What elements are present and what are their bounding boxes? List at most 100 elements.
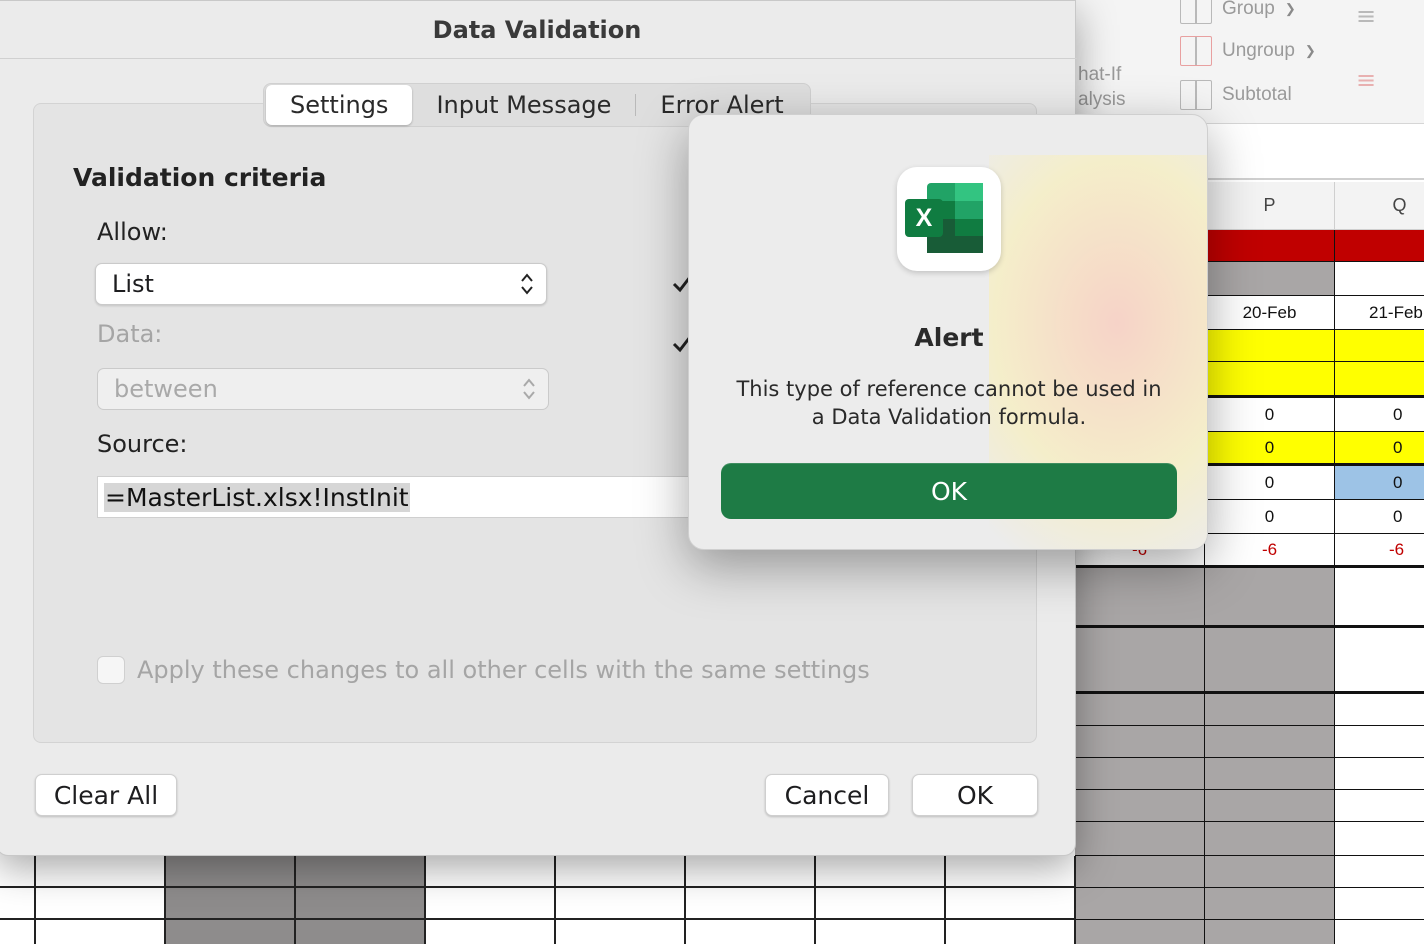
cell[interactable] (946, 856, 1076, 888)
cell[interactable]: -6 (1335, 534, 1424, 568)
column-header-p[interactable]: P (1205, 182, 1335, 230)
cell[interactable] (1075, 568, 1205, 628)
cell[interactable] (1205, 694, 1335, 726)
cell[interactable] (1075, 628, 1205, 694)
cell[interactable] (686, 920, 816, 944)
cell[interactable] (0, 888, 36, 920)
cell[interactable] (1205, 888, 1335, 920)
clear-all-button[interactable]: Clear All (35, 774, 177, 816)
ungroup-button[interactable]: Ungroup ❯ (1180, 36, 1316, 66)
cell[interactable] (1335, 822, 1424, 856)
cell[interactable] (1205, 330, 1335, 362)
cell[interactable] (1335, 726, 1424, 758)
cell[interactable] (36, 856, 166, 888)
cell[interactable] (1075, 920, 1205, 944)
cell[interactable] (816, 888, 946, 920)
cell[interactable] (1205, 822, 1335, 856)
column-header-q[interactable]: Q (1335, 182, 1424, 230)
cell[interactable] (1205, 628, 1335, 694)
cell[interactable] (1205, 362, 1335, 398)
cell[interactable] (1335, 230, 1424, 262)
show-detail-icon[interactable]: ≡ (1356, 2, 1376, 30)
cancel-button[interactable]: Cancel (765, 774, 889, 816)
cell[interactable] (686, 888, 816, 920)
group-button[interactable]: Group ❯ (1180, 0, 1296, 24)
cell[interactable] (1205, 790, 1335, 822)
cell[interactable] (296, 920, 426, 944)
cell[interactable]: 0 (1335, 466, 1424, 500)
cell[interactable] (296, 888, 426, 920)
cell[interactable] (1335, 856, 1424, 888)
cell[interactable] (1335, 362, 1424, 398)
cell[interactable] (1335, 694, 1424, 726)
cell[interactable] (1075, 758, 1205, 790)
cell-value: 0 (1264, 472, 1275, 492)
cell[interactable]: 0 (1205, 500, 1335, 534)
cell[interactable] (1205, 758, 1335, 790)
cell[interactable] (1075, 888, 1205, 920)
cell[interactable] (1335, 628, 1424, 694)
cell[interactable] (1075, 790, 1205, 822)
what-if-analysis-button[interactable]: hat-If alysis (1078, 62, 1126, 112)
cell[interactable]: 0 (1205, 432, 1335, 466)
cell[interactable] (426, 920, 556, 944)
cell[interactable] (426, 856, 556, 888)
cell[interactable]: 0 (1335, 500, 1424, 534)
cell-date[interactable]: 20-Feb (1205, 296, 1335, 330)
cell[interactable] (1075, 822, 1205, 856)
cell[interactable] (426, 888, 556, 920)
cell[interactable] (1335, 262, 1424, 296)
cell[interactable] (1205, 920, 1335, 944)
cell[interactable]: 0 (1335, 432, 1424, 466)
data-select-value: between (114, 375, 218, 403)
tab-settings[interactable]: Settings (266, 85, 413, 125)
allow-select[interactable]: List (95, 263, 547, 305)
hide-detail-icon[interactable]: ≡ (1356, 66, 1376, 94)
cell[interactable] (1205, 568, 1335, 628)
cell[interactable] (1335, 330, 1424, 362)
cell[interactable] (556, 856, 686, 888)
cell[interactable]: -6 (1205, 534, 1335, 568)
cell[interactable]: 0 (1335, 398, 1424, 432)
cell[interactable] (946, 920, 1076, 944)
cell[interactable] (1205, 856, 1335, 888)
cell[interactable] (1205, 230, 1335, 262)
cell[interactable] (0, 856, 36, 888)
cell[interactable] (816, 920, 946, 944)
cell-date[interactable]: 21-Feb (1335, 296, 1424, 330)
cell[interactable] (166, 888, 296, 920)
cell[interactable] (1205, 726, 1335, 758)
cell[interactable] (36, 888, 166, 920)
cell[interactable] (1205, 262, 1335, 296)
cell-value: 0 (1393, 437, 1403, 457)
allow-select-value: List (112, 270, 154, 298)
cell[interactable] (816, 856, 946, 888)
alert-ok-button[interactable]: OK (721, 463, 1177, 519)
cell[interactable] (556, 920, 686, 944)
up-down-chevron-icon (522, 375, 536, 403)
cell[interactable] (1335, 920, 1424, 944)
cell[interactable] (1335, 790, 1424, 822)
cell[interactable] (1335, 888, 1424, 920)
cell[interactable] (946, 888, 1076, 920)
cell[interactable] (1335, 758, 1424, 790)
apply-to-all-checkbox[interactable] (97, 656, 125, 684)
tab-input-message[interactable]: Input Message (412, 85, 635, 125)
source-input[interactable]: =MasterList.xlsx!InstInit (97, 476, 697, 518)
cell[interactable] (1075, 856, 1205, 888)
cell[interactable] (36, 920, 166, 944)
cell[interactable] (1335, 568, 1424, 628)
subtotal-button[interactable]: Subtotal (1180, 80, 1292, 110)
cell[interactable] (1075, 726, 1205, 758)
cell[interactable] (1075, 694, 1205, 726)
cell[interactable] (686, 856, 816, 888)
cell[interactable] (166, 920, 296, 944)
cell[interactable] (166, 856, 296, 888)
cell[interactable]: 0 (1205, 466, 1335, 500)
cell[interactable]: 0 (1205, 398, 1335, 432)
cell[interactable] (0, 920, 36, 944)
ok-button[interactable]: OK (912, 774, 1038, 816)
ungroup-label: Ungroup (1222, 40, 1295, 61)
cell[interactable] (556, 888, 686, 920)
cell[interactable] (296, 856, 426, 888)
